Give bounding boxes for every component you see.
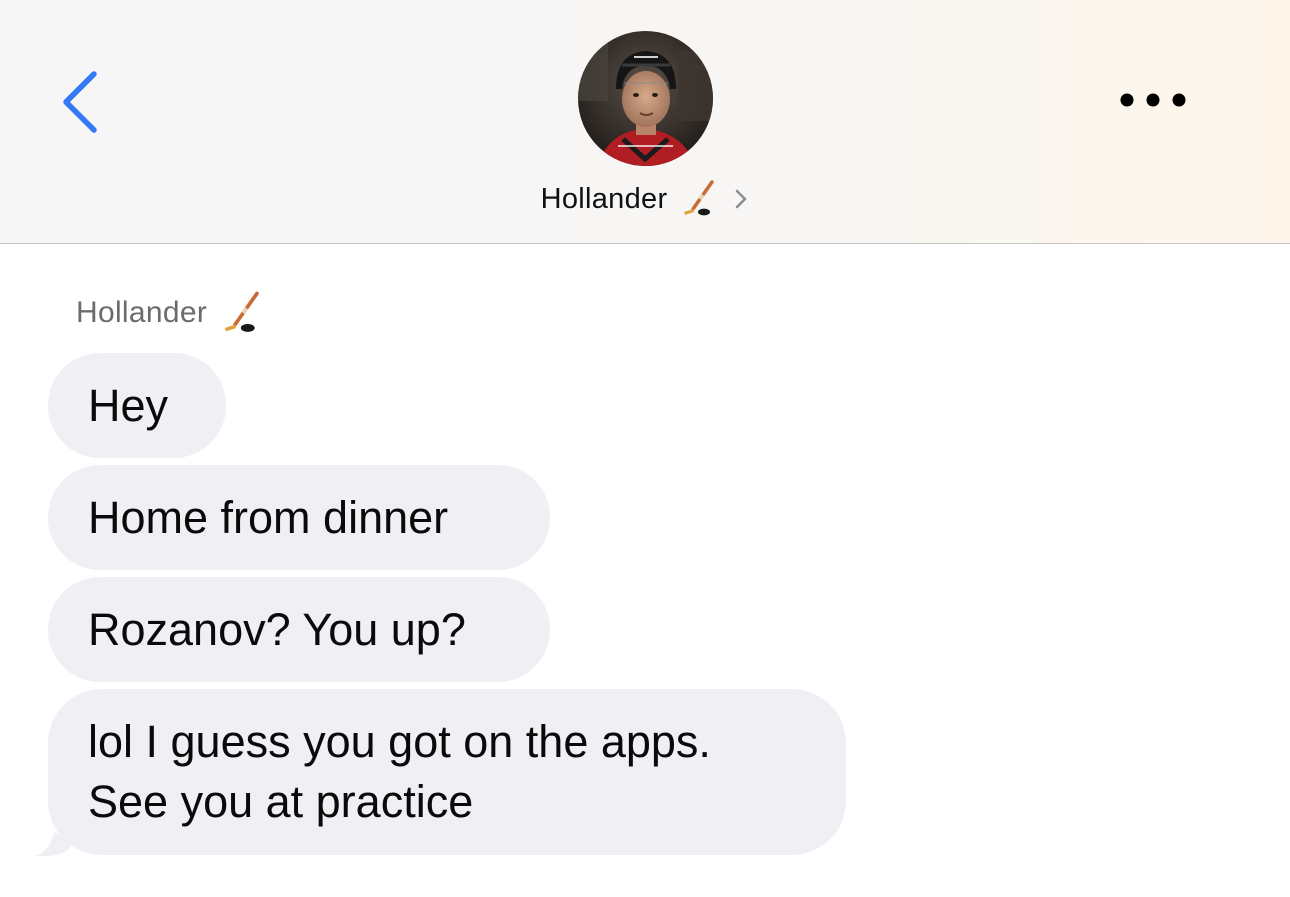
message-bubble[interactable]: Hey xyxy=(48,353,226,458)
message-bubble[interactable]: Home from dinner xyxy=(48,465,550,570)
ellipsis-icon xyxy=(1120,93,1186,107)
ice-hockey-emoji-icon xyxy=(684,180,715,216)
contact-name: Hollander xyxy=(540,182,668,215)
message-text: Hey xyxy=(88,379,169,431)
message-text: Home from dinner xyxy=(88,491,449,543)
contact-avatar[interactable] xyxy=(578,31,713,166)
chevron-left-icon xyxy=(63,71,97,133)
avatar-photo xyxy=(578,31,713,166)
sender-name: Hollander xyxy=(76,296,208,329)
back-button[interactable] xyxy=(52,62,112,142)
message-text-line: lol I guess you got on the apps. xyxy=(88,716,711,767)
more-options-button[interactable] xyxy=(1110,80,1200,120)
conversation-header: Hollander xyxy=(0,0,1290,244)
message-bubble[interactable]: lol I guess you got on the apps. See you… xyxy=(48,689,846,855)
chevron-right-icon xyxy=(736,189,747,209)
message-text: Rozanov? You up? xyxy=(88,603,466,655)
sender-label: Hollander xyxy=(76,290,265,336)
message-bubble[interactable]: Rozanov? You up? xyxy=(48,577,550,682)
message-text-line: See you at practice xyxy=(88,776,474,827)
ice-hockey-emoji-icon xyxy=(224,291,259,332)
contact-name-button[interactable]: Hollander xyxy=(0,176,1290,222)
